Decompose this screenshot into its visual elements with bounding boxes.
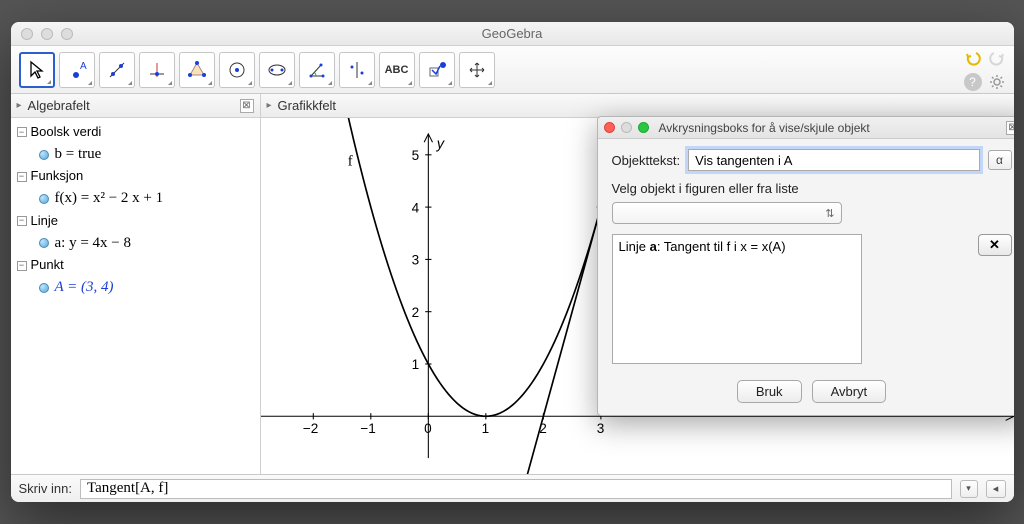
svg-text:1: 1 — [481, 421, 489, 436]
tool-point[interactable]: A — [59, 52, 95, 88]
svg-text:3: 3 — [596, 421, 604, 436]
input-help[interactable]: ◂ — [986, 480, 1006, 498]
tool-slider[interactable] — [419, 52, 455, 88]
svg-text:A: A — [80, 61, 87, 72]
algebra-title: Algebrafelt — [28, 98, 90, 113]
traffic-close[interactable] — [21, 28, 33, 40]
help-icon[interactable]: ? — [964, 73, 982, 91]
app-window: GeoGebra A — [11, 22, 1014, 502]
undo-icon[interactable] — [964, 49, 982, 67]
collapse-icon: ▸ — [17, 100, 22, 111]
tool-circle[interactable] — [219, 52, 255, 88]
settings-icon[interactable] — [988, 73, 1006, 91]
tool-ellipse[interactable] — [259, 52, 295, 88]
window-title: GeoGebra — [11, 26, 1014, 41]
reflect-icon — [347, 60, 367, 80]
line-icon — [107, 60, 127, 80]
select-label: Velg objekt i figuren eller fra liste — [612, 181, 1012, 196]
dialog-title-text: Avkrysningsboks for å vise/skjule objekt — [659, 121, 870, 135]
cancel-button[interactable]: Avbryt — [812, 380, 887, 403]
point-icon: A — [67, 60, 87, 80]
ellipse-icon — [267, 60, 287, 80]
svg-text:5: 5 — [411, 148, 419, 163]
checkbox-dialog: Avkrysningsboks for å vise/skjule objekt… — [597, 116, 1014, 416]
tool-angle[interactable] — [299, 52, 335, 88]
algebra-item[interactable]: b = true — [17, 143, 254, 167]
slider-icon — [427, 60, 447, 80]
angle-icon — [307, 60, 327, 80]
tool-line[interactable] — [99, 52, 135, 88]
move-view-icon — [467, 60, 487, 80]
traffic-minimize[interactable] — [41, 28, 53, 40]
svg-text:2: 2 — [411, 305, 419, 320]
svg-text:3: 3 — [411, 253, 419, 268]
input-history[interactable]: ▾ — [960, 480, 978, 498]
dialog-close[interactable] — [604, 122, 615, 133]
algebra-item[interactable]: A = (3, 4) — [17, 276, 254, 300]
abc-icon: ABC — [385, 64, 409, 76]
svg-text:y: y — [435, 137, 445, 153]
input-label: Skriv inn: — [19, 481, 72, 496]
close-algebra[interactable]: ⊠ — [240, 99, 254, 113]
list-item[interactable]: Linje a: Tangent til f i x = x(A) — [619, 239, 855, 254]
tool-text[interactable]: ABC — [379, 52, 415, 88]
collapse-icon: ▸ — [267, 100, 272, 111]
dialog-titlebar[interactable]: Avkrysningsboks for å vise/skjule objekt… — [598, 117, 1014, 139]
tool-reflect[interactable] — [339, 52, 375, 88]
remove-button[interactable]: ✕ — [978, 234, 1012, 256]
algebra-panel: ▸ Algebrafelt ⊠ −Boolsk verdib = true−Fu… — [11, 94, 261, 474]
perpendicular-icon — [147, 60, 167, 80]
tool-move[interactable] — [19, 52, 55, 88]
dialog-minimize[interactable] — [621, 122, 632, 133]
tool-move-view[interactable] — [459, 52, 495, 88]
input-bar: Skriv inn: ▾ ◂ — [11, 474, 1014, 502]
apply-button[interactable]: Bruk — [737, 380, 802, 403]
tool-polygon[interactable] — [179, 52, 215, 88]
svg-text:4: 4 — [411, 200, 419, 215]
algebra-item[interactable]: f(x) = x² − 2 x + 1 — [17, 187, 254, 211]
polygon-icon — [187, 60, 207, 80]
cursor-icon — [27, 60, 47, 80]
algebra-category[interactable]: −Funksjon — [17, 166, 254, 187]
svg-text:−2: −2 — [302, 421, 317, 436]
toolbar: A ABC — [11, 46, 1014, 94]
algebra-header[interactable]: ▸ Algebrafelt ⊠ — [11, 94, 260, 118]
traffic-zoom[interactable] — [61, 28, 73, 40]
graphics-header[interactable]: ▸ Grafikkfelt — [261, 94, 1014, 118]
svg-text:0: 0 — [424, 421, 432, 436]
algebra-item[interactable]: a: y = 4x − 8 — [17, 232, 254, 256]
algebra-category[interactable]: −Boolsk verdi — [17, 122, 254, 143]
algebra-category[interactable]: −Punkt — [17, 255, 254, 276]
redo-icon[interactable] — [988, 49, 1006, 67]
dialog-close-x[interactable]: ⊠ — [1006, 121, 1014, 135]
command-input[interactable] — [80, 479, 952, 499]
svg-text:f: f — [347, 153, 352, 169]
tool-perpendicular[interactable] — [139, 52, 175, 88]
caption-input[interactable] — [688, 149, 979, 171]
algebra-category[interactable]: −Linje — [17, 211, 254, 232]
caption-label: Objekttekst: — [612, 153, 681, 168]
svg-text:1: 1 — [411, 357, 419, 372]
object-select[interactable]: ⇅ — [612, 202, 842, 224]
svg-text:−1: −1 — [360, 421, 375, 436]
circle-icon — [227, 60, 247, 80]
alpha-button[interactable]: α — [988, 150, 1012, 170]
object-list[interactable]: Linje a: Tangent til f i x = x(A) — [612, 234, 862, 364]
dialog-zoom[interactable] — [638, 122, 649, 133]
titlebar: GeoGebra — [11, 22, 1014, 46]
algebra-list: −Boolsk verdib = true−Funksjonf(x) = x² … — [11, 118, 260, 304]
graphics-title: Grafikkfelt — [278, 98, 337, 113]
